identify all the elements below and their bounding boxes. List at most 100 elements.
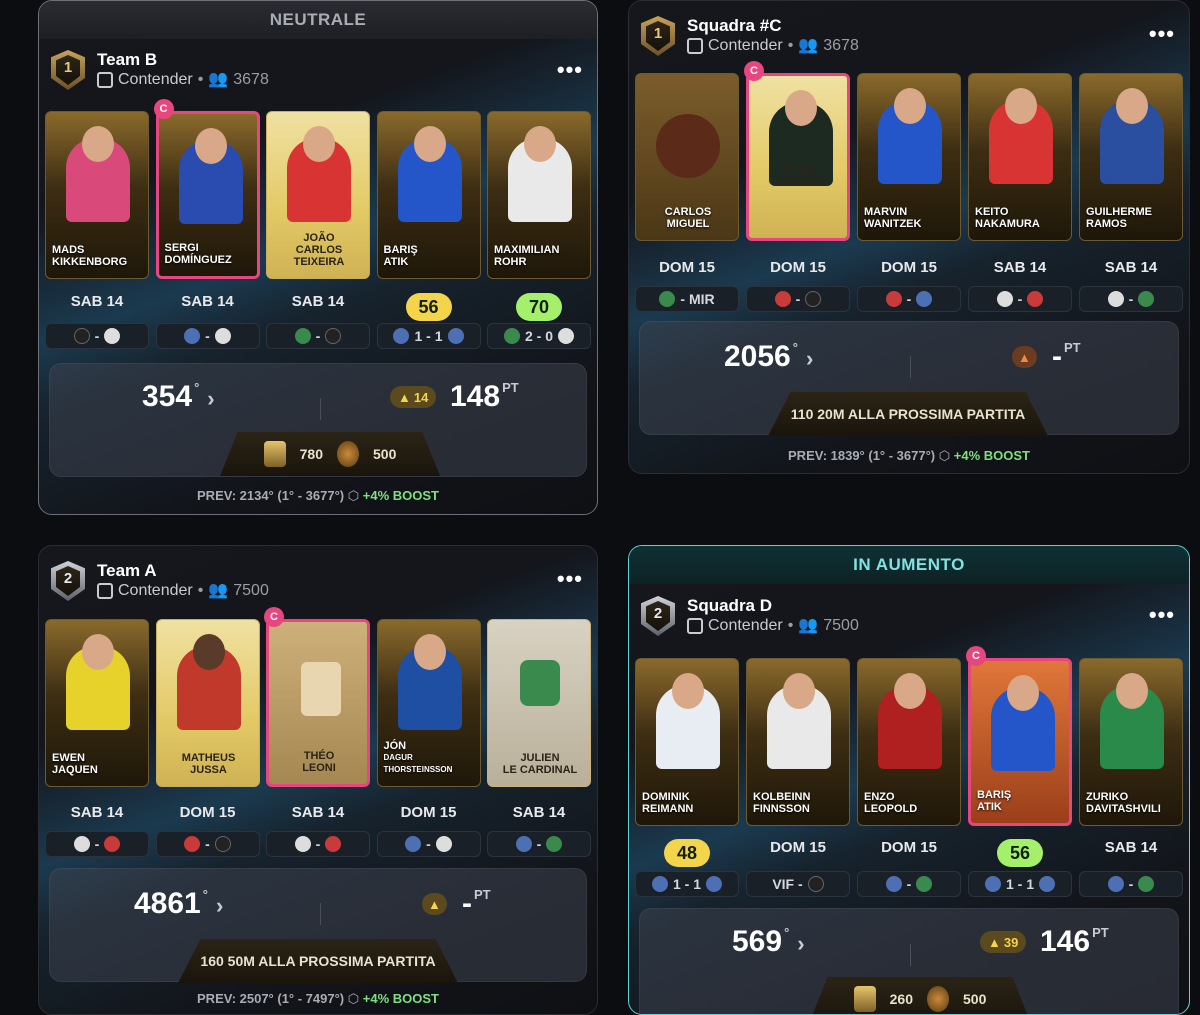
- match-day: SAB 14: [70, 804, 124, 821]
- player-card[interactable]: MADS KIKKENBORG: [45, 111, 149, 279]
- users-icon: 👥: [798, 617, 819, 634]
- more-options-icon[interactable]: •••: [1149, 21, 1175, 47]
- users-icon: 👥: [208, 582, 229, 599]
- league-icon: [97, 72, 113, 88]
- rank-position[interactable]: 4861 ° ›: [134, 887, 223, 921]
- rank-badge: 2: [51, 561, 85, 601]
- match-day: SAB 14: [291, 293, 345, 310]
- participant-count: 7500: [233, 582, 269, 599]
- arrow-up-icon: ▲: [398, 389, 411, 405]
- fixture[interactable]: -: [857, 286, 961, 312]
- arrow-up-icon: ▲: [1012, 346, 1037, 368]
- previous-rank: PREV: 2134° (1° - 3677°) ⬡ +4% BOOST: [197, 488, 439, 503]
- fixture[interactable]: -: [155, 831, 260, 857]
- team-card-team-a: 2 Team A Contender • 👥 7500 ••• EWEN JAQUEN …: [38, 545, 598, 1015]
- player-card[interactable]: MAXIMILIAN ROHR: [487, 111, 591, 279]
- player-card[interactable]: Egor Sorokin: [746, 73, 850, 241]
- player-card[interactable]: JÓN DAGUR THORSTEINSSON: [376, 619, 481, 787]
- next-match-tray[interactable]: 110 20M ALLA PROSSIMA PARTITA: [768, 392, 1048, 436]
- match-day: SAB 14: [70, 293, 124, 310]
- rank-change-pill: ▲ 39: [980, 931, 1027, 953]
- fixture[interactable]: 1 - 1: [376, 323, 481, 349]
- fixture[interactable]: -: [1079, 286, 1183, 312]
- total-points: - PT: [462, 887, 491, 920]
- rank-position[interactable]: 2056 ° ›: [724, 340, 813, 374]
- player-score: 56: [405, 293, 452, 321]
- reward-coin-icon: [927, 986, 949, 1012]
- player-card[interactable]: BARIŞ ATIK: [376, 111, 481, 279]
- team-name[interactable]: Team A: [97, 561, 269, 581]
- player-card[interactable]: João Carlos Teixeira: [266, 111, 370, 279]
- rank-position[interactable]: 569 ° ›: [732, 925, 805, 959]
- player-card[interactable]: EWEN JAQUEN: [45, 619, 149, 787]
- arrow-up-icon: ▲: [422, 893, 447, 915]
- league-icon: [97, 583, 113, 599]
- player-card[interactable]: DOMINIK REIMANN: [635, 658, 739, 826]
- team-header: 1 Squadra #C Contender • 👥 3678: [641, 13, 859, 59]
- fixture[interactable]: VIF -: [746, 871, 850, 897]
- team-header: 2 Team A Contender • 👥 7500: [51, 558, 269, 604]
- fixture[interactable]: -: [266, 323, 370, 349]
- total-points: 148 PT: [450, 380, 519, 413]
- player-card[interactable]: MARVIN WANITZEK: [857, 73, 961, 241]
- next-match-tray[interactable]: 160 50M ALLA PROSSIMA PARTITA: [178, 939, 458, 983]
- team-name[interactable]: Team B: [97, 50, 269, 70]
- status-banner: IN AUMENTO: [629, 546, 1189, 584]
- team-name[interactable]: Squadra #C: [687, 16, 859, 36]
- users-icon: 👥: [208, 71, 229, 88]
- captain-badge: C: [153, 99, 174, 119]
- team-name[interactable]: Squadra D: [687, 596, 859, 616]
- player-score: 48: [664, 839, 710, 867]
- fixture[interactable]: -: [487, 831, 591, 857]
- league-name: Contender: [118, 71, 193, 88]
- previous-rank: PREV: 1839° (1° - 3677°) ⬡ +4% BOOST: [788, 448, 1030, 463]
- match-day: SAB 14: [993, 259, 1047, 276]
- rewards-tray[interactable]: 260 500: [810, 977, 1030, 1014]
- player-card[interactable]: ENZO LEOPOLD: [857, 658, 961, 826]
- fixture[interactable]: -: [45, 323, 149, 349]
- player-card[interactable]: MATHEUS JUSSA: [155, 619, 260, 787]
- fixture[interactable]: -: [1079, 871, 1183, 897]
- match-day: DOM 15: [400, 804, 457, 821]
- player-card[interactable]: KEITO NAKAMURA: [968, 73, 1072, 241]
- player-score: 56: [997, 839, 1043, 867]
- score-panel: 4861 ° › ▲ - PT 160 50M ALLA PROSSIMA PARTI…: [49, 868, 587, 983]
- fixture[interactable]: -: [968, 286, 1072, 312]
- player-card[interactable]: CARLOS MIGUEL: [635, 73, 739, 241]
- match-day: SAB 14: [291, 804, 345, 821]
- fixture[interactable]: -: [376, 831, 481, 857]
- participant-count: 3678: [233, 71, 269, 88]
- rank-badge: 2: [641, 596, 675, 636]
- player-card[interactable]: BARIŞ ATIK: [968, 658, 1072, 826]
- player-card[interactable]: ZURIKO DAVITASHVILI: [1079, 658, 1183, 826]
- fixture[interactable]: -: [155, 323, 260, 349]
- fixture[interactable]: 1 - 1: [968, 871, 1072, 897]
- fixture[interactable]: 1 - 1: [635, 871, 739, 897]
- more-options-icon[interactable]: •••: [557, 57, 583, 83]
- total-points: 146 PT: [1040, 925, 1109, 958]
- fixture[interactable]: 2 - 0: [487, 323, 591, 349]
- player-card[interactable]: JULIEN LE CARDINAL: [487, 619, 591, 787]
- player-card[interactable]: GUILHERME RAMOS: [1079, 73, 1183, 241]
- more-options-icon[interactable]: •••: [1149, 602, 1175, 628]
- total-points: - PT: [1052, 340, 1081, 373]
- player-card[interactable]: KOLBEINN FINNSSON: [746, 658, 850, 826]
- reward-coin-icon: [337, 441, 359, 467]
- fixture[interactable]: -: [266, 831, 370, 857]
- boost-icon: ⬡: [938, 448, 951, 463]
- fixture[interactable]: - MIR: [635, 286, 739, 312]
- arrow-up-icon: ▲: [988, 934, 1001, 950]
- match-day: SAB 14: [1104, 259, 1158, 276]
- rank-position[interactable]: 354 ° ›: [142, 380, 215, 414]
- match-day: SAB 14: [181, 293, 234, 310]
- match-day: DOM 15: [179, 804, 236, 821]
- more-options-icon[interactable]: •••: [557, 566, 583, 592]
- player-card[interactable]: SERGI DOMÍNGUEZ: [155, 111, 260, 279]
- team-card-team-b: NEUTRALE 1 Team B Contender • 👥 3678 ••• MA…: [38, 0, 598, 515]
- rewards-tray[interactable]: 780 500: [220, 432, 440, 476]
- fixture[interactable]: -: [857, 871, 961, 897]
- fixture[interactable]: -: [45, 831, 149, 857]
- player-card[interactable]: THÉO LEONI: [266, 619, 370, 787]
- fixture[interactable]: -: [746, 286, 850, 312]
- rank-badge: 1: [641, 16, 675, 56]
